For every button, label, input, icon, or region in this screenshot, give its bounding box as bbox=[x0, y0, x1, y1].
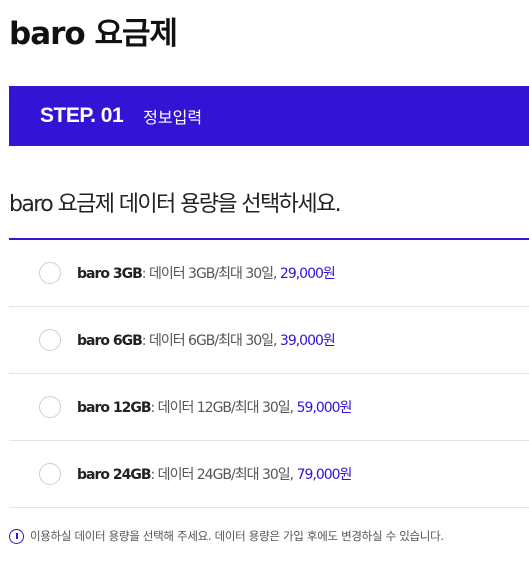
plan-description: : 데이터 6GB/최대 30일, bbox=[141, 333, 280, 349]
info-icon bbox=[9, 528, 24, 544]
plan-option-12gb[interactable]: baro 12GB: 데이터 12GB/최대 30일, 59,000원 bbox=[9, 374, 529, 441]
plan-option-3gb[interactable]: baro 3GB: 데이터 3GB/최대 30일, 29,000원 bbox=[9, 240, 529, 307]
plan-list: baro 3GB: 데이터 3GB/최대 30일, 29,000원 baro 6… bbox=[9, 238, 529, 508]
plan-option-text: baro 12GB: 데이터 12GB/최대 30일, 59,000원 bbox=[77, 397, 353, 417]
plan-name: baro 6GB bbox=[77, 333, 143, 349]
step-number: STEP. 01 bbox=[40, 104, 124, 127]
plan-description: : 데이터 3GB/최대 30일, bbox=[141, 266, 280, 282]
notice-text: 이용하실 데이터 용량을 선택해 주세요. 데이터 용량은 가입 후에도 변경하… bbox=[30, 529, 444, 543]
plan-name: baro 24GB bbox=[77, 467, 152, 483]
notice-message: 이용하실 데이터 용량을 선택해 주세요. 데이터 용량은 가입 후에도 변경하… bbox=[9, 528, 444, 544]
plan-name: baro 3GB bbox=[77, 266, 143, 282]
radio-button[interactable] bbox=[39, 262, 61, 284]
plan-option-text: baro 24GB: 데이터 24GB/최대 30일, 79,000원 bbox=[77, 464, 353, 484]
plan-option-24gb[interactable]: baro 24GB: 데이터 24GB/최대 30일, 79,000원 bbox=[9, 441, 529, 508]
page-title: baro 요금제 bbox=[9, 16, 178, 52]
plan-option-text: baro 3GB: 데이터 3GB/최대 30일, 29,000원 bbox=[77, 263, 336, 283]
plan-price: 29,000원 bbox=[279, 266, 336, 282]
radio-button[interactable] bbox=[39, 396, 61, 418]
plan-price: 79,000원 bbox=[296, 467, 353, 483]
plan-description: : 데이터 12GB/최대 30일, bbox=[150, 400, 297, 416]
plan-price: 59,000원 bbox=[296, 400, 353, 416]
radio-button[interactable] bbox=[39, 329, 61, 351]
step-banner: STEP. 01 정보입력 bbox=[9, 86, 529, 146]
step-label: 정보입력 bbox=[143, 108, 203, 127]
plan-selection-page: baro 요금제 STEP. 01 정보입력 baro 요금제 데이터 용량을 … bbox=[0, 0, 529, 566]
plan-option-6gb[interactable]: baro 6GB: 데이터 6GB/최대 30일, 39,000원 bbox=[9, 307, 529, 374]
plan-option-text: baro 6GB: 데이터 6GB/최대 30일, 39,000원 bbox=[77, 330, 336, 350]
radio-button[interactable] bbox=[39, 463, 61, 485]
plan-name: baro 12GB bbox=[77, 400, 152, 416]
plan-description: : 데이터 24GB/최대 30일, bbox=[150, 467, 297, 483]
plan-price: 39,000원 bbox=[279, 333, 336, 349]
section-question: baro 요금제 데이터 용량을 선택하세요. bbox=[9, 192, 342, 217]
